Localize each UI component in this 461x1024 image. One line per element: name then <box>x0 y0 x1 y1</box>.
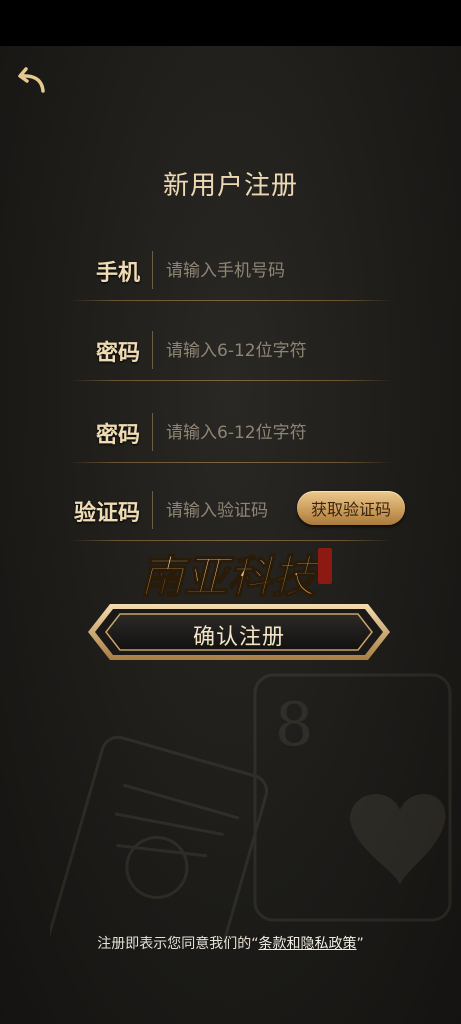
back-button[interactable] <box>14 62 50 98</box>
row-underline <box>68 300 392 301</box>
phone-input[interactable] <box>164 255 388 287</box>
status-bar <box>0 0 461 46</box>
terms-open-quote: “ <box>251 936 259 952</box>
divider <box>152 413 153 451</box>
brand-logo-text: 南亚科技 <box>140 552 322 603</box>
divider <box>152 491 153 529</box>
confirm-register-label: 确认注册 <box>192 625 285 650</box>
code-input[interactable] <box>164 495 298 527</box>
divider <box>152 331 153 369</box>
phone-label: 手机 <box>95 261 140 286</box>
password-confirm-input[interactable] <box>164 417 388 449</box>
terms-prefix: 注册即表示您同意我们的 <box>97 936 252 952</box>
phone-row: 手机 <box>60 241 392 301</box>
password-label: 密码 <box>95 341 140 366</box>
confirm-register-button[interactable]: 确认注册 <box>86 600 392 664</box>
terms-close-quote: ” <box>356 936 364 952</box>
password-confirm-label: 密码 <box>95 423 140 448</box>
terms-notice: 注册即表示您同意我们的“条款和隐私政策” <box>0 933 461 953</box>
row-underline <box>68 462 392 463</box>
back-arrow-icon <box>18 67 45 93</box>
get-code-button[interactable]: 获取验证码 <box>297 491 405 525</box>
terms-privacy-link[interactable]: 条款和隐私政策 <box>259 936 357 952</box>
password-input[interactable] <box>164 335 388 367</box>
divider <box>152 251 153 289</box>
code-label: 验证码 <box>73 501 140 526</box>
svg-text:8: 8 <box>275 690 313 760</box>
password-confirm-row: 密码 <box>60 403 392 463</box>
row-underline <box>68 380 392 381</box>
password-row: 密码 <box>60 321 392 381</box>
page-title: 新用户注册 <box>162 171 298 201</box>
playing-cards-decoration: 8 <box>50 673 452 940</box>
